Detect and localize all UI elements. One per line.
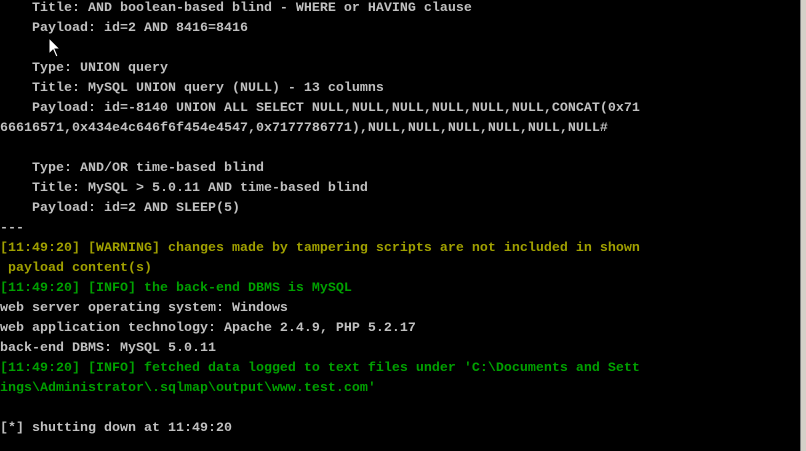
terminal-line: Payload: id=2 AND SLEEP(5) bbox=[0, 201, 240, 216]
terminal-line: [11:49:20] [INFO] fetched data logged to… bbox=[0, 361, 640, 376]
terminal-line: Type: AND/OR time-based blind bbox=[0, 161, 264, 176]
terminal-line: Payload: id=2 AND 8416=8416 bbox=[0, 21, 248, 36]
terminal-output: Title: AND boolean-based blind - WHERE o… bbox=[0, 0, 800, 439]
terminal-line: Title: MySQL UNION query (NULL) - 13 col… bbox=[0, 81, 384, 96]
terminal-line: 66616571,0x434e4c646f6f454e4547,0x717778… bbox=[0, 121, 608, 136]
terminal-line: Title: MySQL > 5.0.11 AND time-based bli… bbox=[0, 181, 368, 196]
terminal-line: --- bbox=[0, 221, 24, 236]
terminal-line: Title: AND boolean-based blind - WHERE o… bbox=[0, 1, 472, 16]
terminal-line: [11:49:20] [WARNING] changes made by tam… bbox=[0, 241, 640, 256]
terminal-line: ings\Administrator\.sqlmap\output\www.te… bbox=[0, 381, 376, 396]
terminal-line: web application technology: Apache 2.4.9… bbox=[0, 321, 416, 336]
terminal-line: web server operating system: Windows bbox=[0, 301, 288, 316]
terminal-line: [*] shutting down at 11:49:20 bbox=[0, 421, 232, 436]
terminal-line: Payload: id=-8140 UNION ALL SELECT NULL,… bbox=[0, 101, 640, 116]
terminal-line: payload content(s) bbox=[0, 261, 152, 276]
window-scrollbar-edge[interactable] bbox=[800, 0, 806, 451]
mouse-pointer-icon bbox=[48, 37, 62, 58]
terminal-line: Type: UNION query bbox=[0, 61, 168, 76]
terminal-line: back-end DBMS: MySQL 5.0.11 bbox=[0, 341, 216, 356]
terminal-line: [11:49:20] [INFO] the back-end DBMS is M… bbox=[0, 281, 352, 296]
